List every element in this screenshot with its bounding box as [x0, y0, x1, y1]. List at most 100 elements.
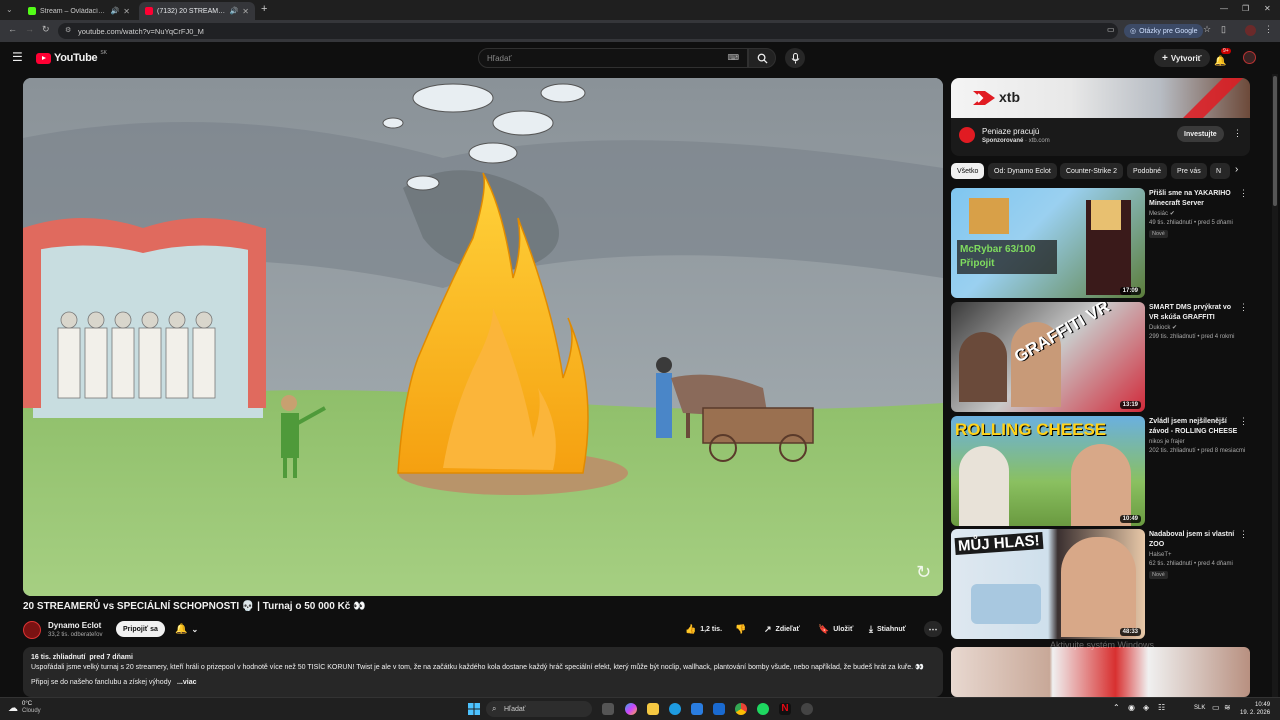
windows-start-icon[interactable]: [468, 703, 480, 715]
share-button[interactable]: ↗ Zdieľať: [757, 621, 807, 637]
chrome-icon[interactable]: [735, 703, 747, 715]
ad-banner[interactable]: xtb: [951, 78, 1250, 118]
tab-kick[interactable]: Stream – Ovládací panel Kick 🔊 ✕: [22, 2, 136, 20]
recommendation-item[interactable]: McRybar 63/100 Připojit 17:09 Přišli sme…: [951, 188, 1250, 298]
join-button[interactable]: Pripojiť sa: [116, 621, 165, 637]
spotify-icon[interactable]: [757, 703, 769, 715]
clock[interactable]: 10:49 19. 2. 2026: [1240, 701, 1270, 717]
video-player[interactable]: ↻: [23, 78, 943, 596]
invest-label: Investujte: [1184, 130, 1217, 138]
keyboard-icon[interactable]: ⌨: [727, 53, 739, 62]
recommendation-thumbnail-partial[interactable]: [951, 647, 1250, 697]
close-tab-icon[interactable]: ✕: [242, 7, 249, 16]
new-tab-icon[interactable]: +: [261, 3, 267, 15]
chip-more[interactable]: N: [1210, 163, 1230, 179]
reload-icon[interactable]: ↻: [42, 24, 50, 35]
page-scrollbar[interactable]: [1272, 74, 1278, 697]
video-thumbnail[interactable]: GRAFFITI VR 13:19: [951, 302, 1145, 412]
tab-search-icon[interactable]: ⌄: [6, 5, 13, 14]
recommendation-title[interactable]: Nadaboval jsem si vlastní ZOO: [1149, 530, 1239, 550]
save-button[interactable]: 🔖 Uložiť: [811, 621, 860, 637]
description-box[interactable]: 16 tis. zhliadnutí pred 7 dňami Uspořáda…: [23, 647, 943, 697]
taskbar-search[interactable]: ⌕ Hľadať: [486, 701, 592, 717]
chip-for-you[interactable]: Pre vás: [1171, 163, 1207, 179]
ad-title[interactable]: Peniaze pracujú: [982, 127, 1039, 136]
site-info-icon[interactable]: ⚙: [65, 26, 71, 34]
copilot-icon[interactable]: [625, 703, 637, 715]
google-questions-label: Otázky pre Google: [1139, 27, 1198, 35]
download-button[interactable]: ⤓ Stiahnuť: [862, 621, 913, 637]
recommendation-title[interactable]: SMART DMS prvýkrat vo VR skúša GRAFFITI: [1149, 303, 1239, 323]
recommendation-item[interactable]: ROLLING CHEESE 10:49 Zvládl jsem nejšíle…: [951, 416, 1250, 526]
file-explorer-icon[interactable]: [647, 703, 659, 715]
tab-youtube[interactable]: (7132) 20 STREAMERŮ vs SPECIÁLNÍ SCHOPNO…: [139, 2, 255, 20]
close-tab-icon[interactable]: ✕: [123, 7, 130, 16]
video-thumbnail[interactable]: MŮJ HLAS! 48:33: [951, 529, 1145, 639]
profile-avatar[interactable]: [1245, 25, 1256, 36]
verified-icon: ✔: [1172, 325, 1178, 331]
mail-icon[interactable]: [713, 703, 725, 715]
forward-icon[interactable]: →: [25, 24, 34, 34]
chip-similar[interactable]: Podobné: [1127, 163, 1168, 179]
cast-icon[interactable]: ▭: [1107, 25, 1115, 34]
search-button[interactable]: [748, 48, 776, 68]
like-button[interactable]: 👍 1,2 tis.: [678, 621, 729, 637]
chip-all[interactable]: Všetko: [951, 163, 985, 179]
thumbnail-text: ROLLING CHEESE: [955, 420, 1107, 439]
video-thumbnail[interactable]: ROLLING CHEESE 10:49: [951, 416, 1145, 526]
ad-more-icon[interactable]: ⋮: [1233, 128, 1242, 139]
chip-from-channel[interactable]: Od: Dynamo Eclot: [988, 163, 1057, 179]
extensions-icon[interactable]: ▯: [1221, 24, 1226, 35]
back-icon[interactable]: ←: [8, 24, 17, 34]
restore-icon[interactable]: ❐: [1242, 4, 1249, 13]
more-link[interactable]: ...viac: [177, 679, 196, 686]
task-view-icon[interactable]: [602, 703, 614, 715]
channel-avatar[interactable]: [23, 621, 41, 639]
more-options-icon[interactable]: ⋮: [1239, 188, 1248, 199]
url-field[interactable]: ⚙ youtube.com/watch?v=NuYqCrFJ0_M: [58, 23, 1118, 39]
recommendation-title[interactable]: Přišli sme na YAKARIHO Minecraft Server: [1149, 189, 1239, 209]
netflix-icon[interactable]: N: [779, 703, 791, 715]
more-options-icon[interactable]: ⋮: [1239, 416, 1248, 427]
obs-icon[interactable]: [801, 703, 813, 715]
chips-next-icon[interactable]: ›: [1235, 164, 1238, 175]
invest-button[interactable]: Investujte: [1177, 126, 1224, 142]
tray-overflow-icon[interactable]: ⌃: [1113, 703, 1120, 712]
create-button[interactable]: + Vytvoriť: [1154, 49, 1210, 67]
hamburger-menu-icon[interactable]: ☰: [12, 50, 23, 64]
language-indicator[interactable]: SLK: [1194, 705, 1205, 711]
wifi-icon[interactable]: ≋: [1224, 703, 1231, 712]
display-icon[interactable]: ▭: [1212, 703, 1220, 712]
edge-icon[interactable]: [669, 703, 681, 715]
dislike-button[interactable]: 👎: [728, 621, 753, 637]
tray-network-icon[interactable]: ☷: [1158, 703, 1165, 712]
more-options-icon[interactable]: ⋮: [1239, 529, 1248, 540]
ad-card[interactable]: xtb Peniaze pracujú Sponzorované · xtb.c…: [951, 78, 1250, 156]
google-questions-button[interactable]: ◎ Otázky pre Google: [1124, 24, 1204, 38]
notifications-button[interactable]: 🔔 9+: [1214, 48, 1231, 69]
notification-bell-button[interactable]: 🔔 ⌄: [168, 621, 205, 637]
more-options-icon[interactable]: ⋮: [1239, 302, 1248, 313]
weather-widget[interactable]: ☁ 0°C Cloudy: [8, 701, 41, 715]
youtube-logo[interactable]: YouTube SK: [36, 50, 107, 64]
more-actions-button[interactable]: ⋯: [924, 621, 942, 637]
chip-counter-strike[interactable]: Counter-Strike 2: [1060, 163, 1123, 179]
bookmark-star-icon[interactable]: ☆: [1203, 24, 1211, 35]
chip-label: Od: Dynamo Eclot: [994, 167, 1051, 175]
minimize-icon[interactable]: —: [1220, 4, 1228, 13]
tray-app-icon[interactable]: ◉: [1128, 703, 1135, 712]
browser-menu-icon[interactable]: ⋮: [1264, 24, 1273, 35]
recommendation-item[interactable]: GRAFFITI VR 13:19 SMART DMS prvýkrat vo …: [951, 302, 1250, 412]
search-input[interactable]: Hľadať ⌨: [478, 48, 748, 68]
voice-search-button[interactable]: [785, 48, 805, 68]
store-icon[interactable]: [691, 703, 703, 715]
tray-app2-icon[interactable]: ◈: [1143, 703, 1149, 712]
close-window-icon[interactable]: ✕: [1264, 4, 1271, 13]
recommendation-item[interactable]: MŮJ HLAS! 48:33 Nadaboval jsem si vlastn…: [951, 529, 1250, 639]
recommendation-title[interactable]: Zvládl jsem nejšílenější závod - ROLLING…: [1149, 417, 1239, 437]
clock-time: 10:49: [1255, 702, 1271, 708]
account-avatar[interactable]: [1243, 51, 1256, 64]
scrollbar-thumb[interactable]: [1273, 76, 1277, 206]
channel-name[interactable]: Dynamo Eclot: [48, 621, 101, 630]
video-thumbnail[interactable]: McRybar 63/100 Připojit 17:09: [951, 188, 1145, 298]
